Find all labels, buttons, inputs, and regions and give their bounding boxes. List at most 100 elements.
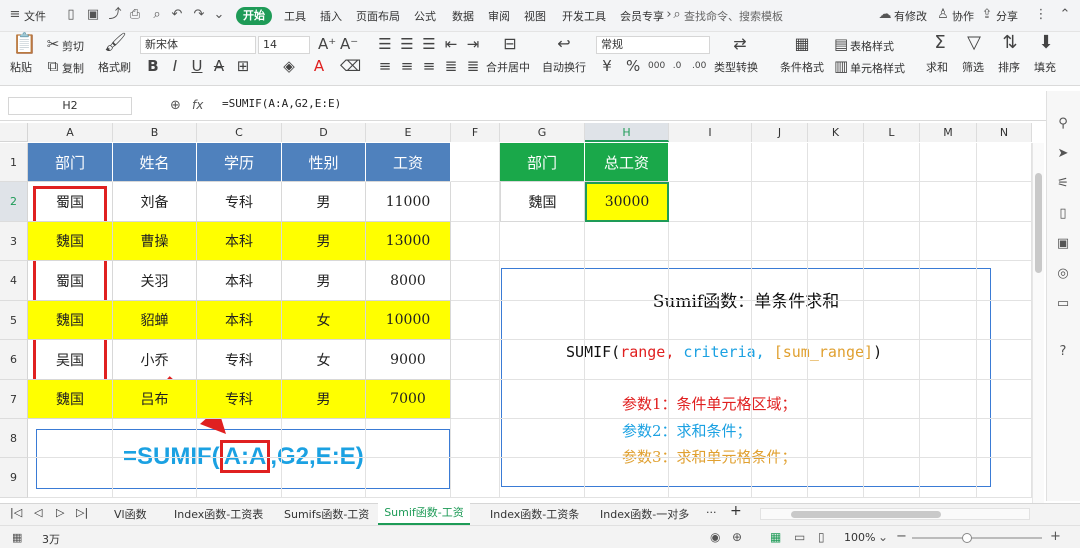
redo-icon[interactable]: ↷ (192, 8, 206, 22)
table-header-cell[interactable]: 部门 (28, 143, 113, 182)
table-header-cell[interactable]: 姓名 (113, 143, 197, 182)
table-cell[interactable]: 10000 (366, 301, 451, 340)
hscroll-thumb[interactable] (791, 511, 941, 518)
column-header-i[interactable]: I (669, 123, 752, 142)
table-cell[interactable]: 男 (282, 182, 366, 222)
wrap-text-button[interactable]: 自动换行 (542, 59, 586, 75)
table-cell[interactable]: 男 (282, 380, 366, 419)
type-convert-icon[interactable]: ⇄ (730, 36, 750, 52)
table-cell[interactable]: 刘备 (113, 182, 197, 222)
tab-tools[interactable]: 工具 (284, 8, 306, 24)
table-cell[interactable]: 女 (282, 340, 366, 380)
share-button[interactable]: 分享 (996, 8, 1018, 24)
copy-icon[interactable]: ⧉ (46, 58, 60, 74)
book-icon[interactable]: ▭ (1055, 296, 1071, 312)
zoom-level[interactable]: 100% (844, 531, 875, 544)
print-icon[interactable]: ⎙ (128, 8, 142, 22)
table-cell[interactable]: 专科 (197, 380, 282, 419)
thousands-icon[interactable]: 000 (648, 58, 665, 74)
page-break-view-icon[interactable]: ▯ (818, 530, 825, 544)
row-header-4[interactable]: 4 (0, 261, 28, 301)
table-cell[interactable]: 吕布 (113, 380, 197, 419)
zoom-in-icon[interactable]: + (1050, 529, 1061, 544)
first-sheet-icon[interactable]: |◁ (10, 506, 22, 519)
fill-button[interactable]: 填充 (1034, 59, 1056, 75)
increase-decimal-icon[interactable]: .0 (670, 58, 684, 74)
format-painter-button[interactable]: 格式刷 (98, 59, 131, 75)
paste-button[interactable]: 粘贴 (10, 59, 32, 75)
tab-developer[interactable]: 开发工具 (562, 8, 606, 24)
table-cell[interactable]: 关羽 (113, 261, 197, 301)
next-sheet-icon[interactable]: ▷ (56, 506, 64, 519)
search-input[interactable]: 查找命令、搜索模板 (684, 8, 783, 24)
eye-protect-icon[interactable]: ◉ (710, 530, 720, 544)
align-center-icon[interactable]: ≡ (400, 58, 414, 74)
table-cell[interactable]: 貂蝉 (113, 301, 197, 340)
normal-view-icon[interactable]: ▦ (770, 530, 781, 544)
increase-font-icon[interactable]: A⁺ (318, 36, 336, 52)
column-header-e[interactable]: E (366, 123, 451, 142)
table-cell[interactable]: 女 (282, 301, 366, 340)
tab-formula[interactable]: 公式 (414, 8, 436, 24)
align-right-icon[interactable]: ≡ (422, 58, 436, 74)
conditional-format-button[interactable]: 条件格式 (780, 59, 824, 75)
column-header-n[interactable]: N (977, 123, 1032, 142)
table-cell[interactable]: 魏国 (28, 380, 113, 419)
align-top-icon[interactable]: ☰ (378, 36, 392, 52)
table-cell[interactable]: 专科 (197, 340, 282, 380)
lookup-header-cell[interactable]: 总工资 (585, 143, 669, 182)
column-header-k[interactable]: K (808, 123, 864, 142)
table-cell[interactable]: 吴国 (28, 340, 113, 380)
image-icon[interactable]: ▣ (1055, 236, 1071, 252)
table-cell[interactable]: 小乔 (113, 340, 197, 380)
tab-review[interactable]: 审阅 (488, 8, 510, 24)
save-icon[interactable]: ▣ (86, 8, 100, 22)
italic-icon[interactable]: I (168, 58, 182, 74)
sheet-tab-index-slip[interactable]: Index函数-工资条 (490, 506, 579, 522)
scissors-icon[interactable]: ✂ (46, 36, 60, 52)
percent-icon[interactable]: % (626, 58, 640, 74)
more-icon[interactable]: ⋮ (1034, 8, 1048, 22)
cell-style-button[interactable]: 单元格样式 (850, 60, 905, 76)
scroll-thumb[interactable] (1035, 173, 1042, 273)
distribute-icon[interactable]: ≣ (466, 58, 480, 74)
row-header-5[interactable]: 5 (0, 301, 28, 340)
wrap-text-icon[interactable]: ↩ (554, 36, 574, 52)
table-style-icon[interactable]: ▤ (834, 36, 848, 52)
cell-style-icon[interactable]: ▥ (834, 58, 848, 74)
collaborate-button[interactable]: 协作 (952, 8, 974, 24)
row-header-6[interactable]: 6 (0, 340, 28, 380)
table-cell[interactable]: 本科 (197, 222, 282, 261)
strikethrough-icon[interactable]: A (212, 58, 226, 74)
column-header-h[interactable]: H (585, 123, 669, 142)
export-icon[interactable]: ⤴ (108, 8, 122, 22)
font-size-select[interactable]: 14 (258, 36, 310, 54)
column-header-g[interactable]: G (500, 123, 585, 142)
settings-sliders-icon[interactable]: ⚟ (1055, 176, 1071, 192)
zoom-out-icon[interactable]: − (896, 529, 907, 544)
currency-icon[interactable]: ¥ (600, 58, 614, 74)
decrease-font-icon[interactable]: A⁻ (340, 36, 358, 52)
zoom-slider[interactable] (912, 533, 1042, 543)
vertical-scrollbar[interactable] (1032, 143, 1044, 503)
new-doc-icon[interactable]: ▯ (64, 8, 78, 22)
column-header-l[interactable]: L (864, 123, 920, 142)
table-cell[interactable]: 9000 (366, 340, 451, 380)
table-header-cell[interactable]: 学历 (197, 143, 282, 182)
conditional-format-icon[interactable]: ▦ (792, 36, 812, 52)
align-bottom-icon[interactable]: ☰ (422, 36, 436, 52)
row-header-3[interactable]: 3 (0, 222, 28, 261)
merge-center-icon[interactable]: ⊟ (500, 36, 520, 52)
indent-increase-icon[interactable]: ⇥ (466, 36, 480, 52)
row-header-2[interactable]: 2 (0, 182, 28, 222)
column-header-a[interactable]: A (28, 123, 113, 142)
sheet-tab-sumif[interactable]: Sumif函数-工资 (378, 503, 470, 525)
table-cell[interactable]: 本科 (197, 261, 282, 301)
table-header-cell[interactable]: 工资 (366, 143, 451, 182)
table-cell[interactable]: 专科 (197, 182, 282, 222)
preview-icon[interactable]: ⌕ (150, 8, 164, 22)
table-cell[interactable]: 8000 (366, 261, 451, 301)
column-header-f[interactable]: F (451, 123, 500, 142)
pin-icon[interactable]: ⚲ (1055, 116, 1071, 132)
sum-button[interactable]: 求和 (926, 59, 948, 75)
